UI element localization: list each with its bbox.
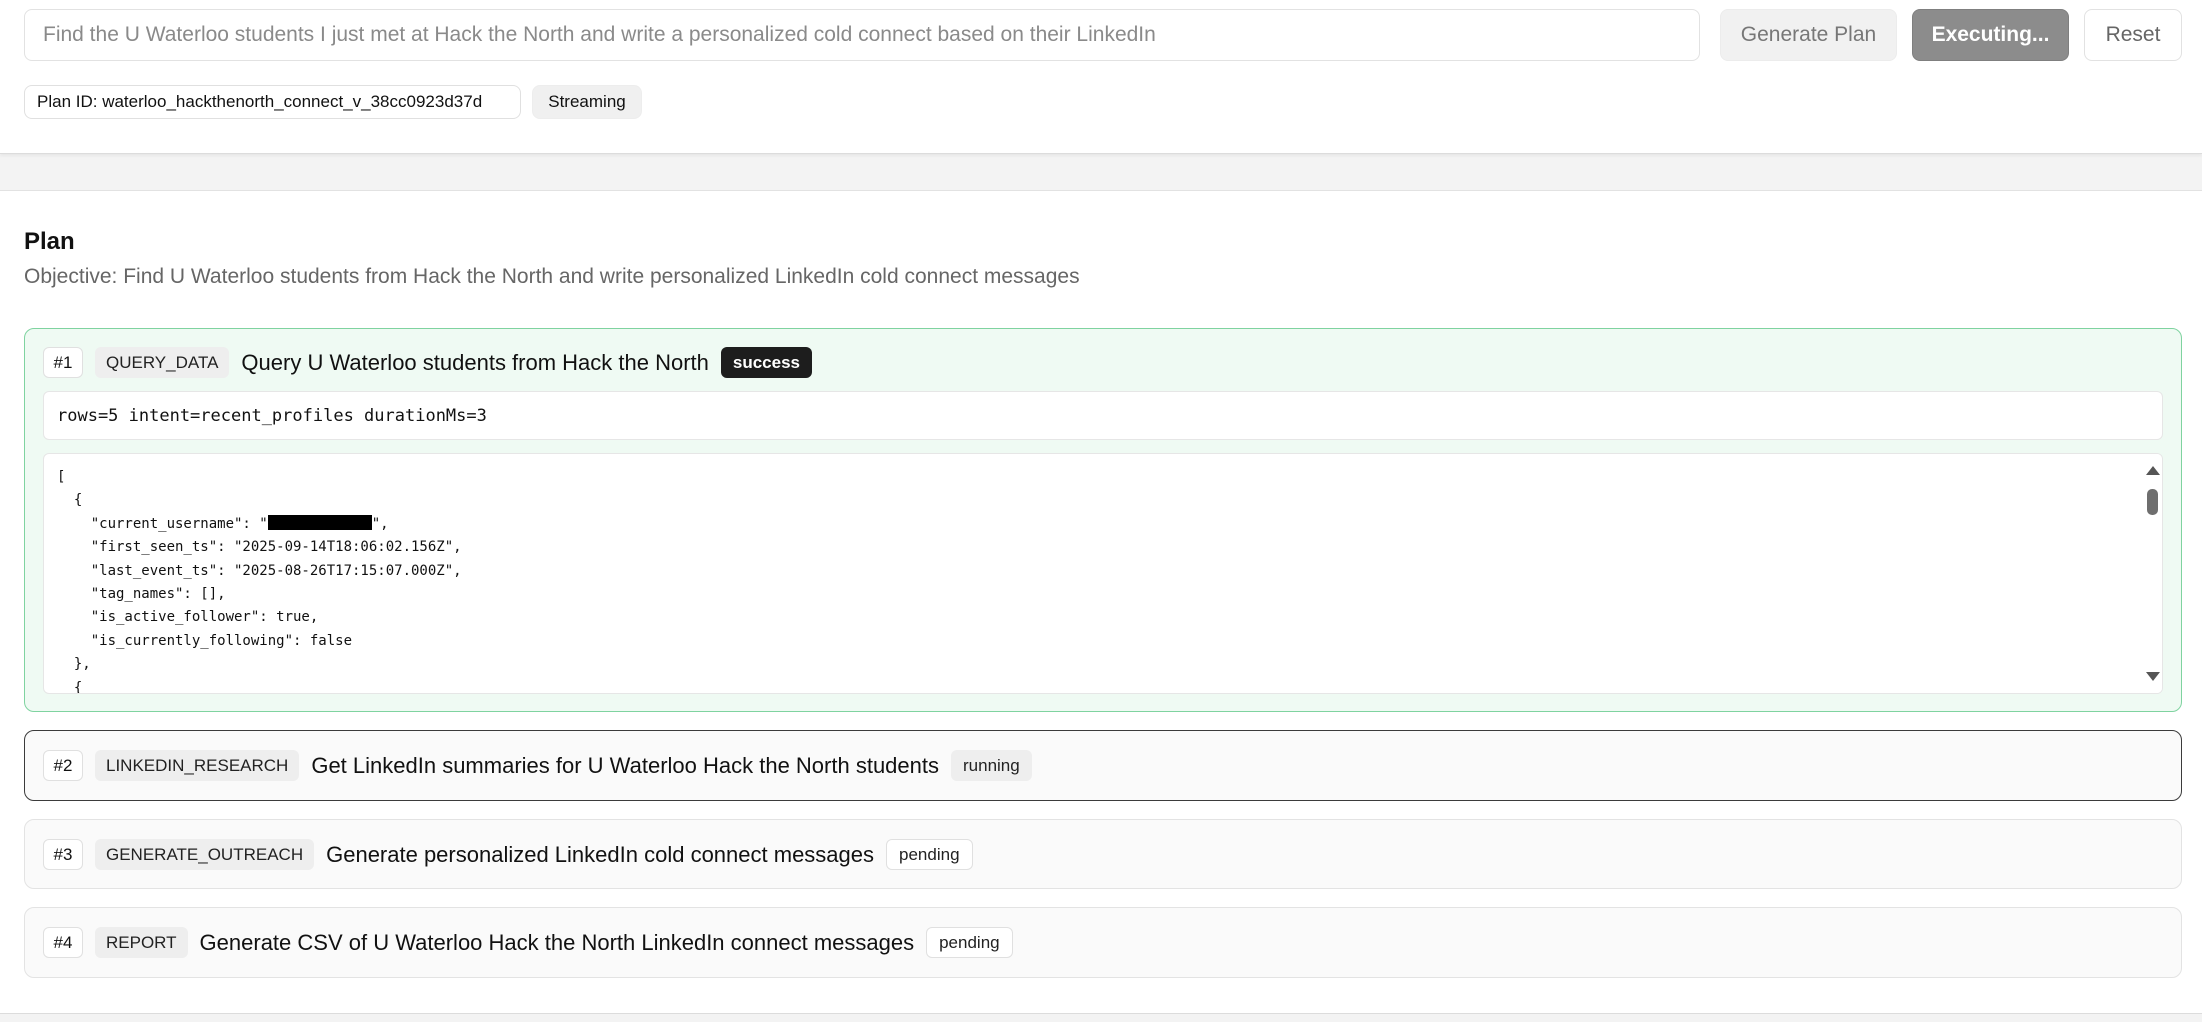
status-badge-success: success	[720, 347, 813, 378]
step-title: Generate CSV of U Waterloo Hack the Nort…	[199, 929, 915, 955]
plan-step-4[interactable]: #4 REPORT Generate CSV of U Waterloo Hac…	[24, 907, 2182, 978]
executing-button[interactable]: Executing...	[1912, 9, 2069, 61]
scrollbar-thumb[interactable]	[2147, 489, 2158, 515]
generate-plan-button[interactable]: Generate Plan	[1720, 9, 1897, 61]
step-number-badge: #1	[43, 347, 83, 378]
reset-button[interactable]: Reset	[2084, 9, 2182, 61]
json-scrollbar[interactable]	[2142, 454, 2162, 693]
query-input[interactable]	[24, 9, 1700, 61]
streaming-badge: Streaming	[532, 85, 642, 119]
plan-objective: Objective: Find U Waterloo students from…	[24, 265, 1080, 288]
step-title: Query U Waterloo students from Hack the …	[241, 349, 709, 375]
triangle-down-icon[interactable]	[2146, 672, 2160, 681]
step-type-badge: REPORT	[95, 927, 188, 958]
plan-id-badge: Plan ID: waterloo_hackthenorth_connect_v…	[24, 85, 521, 119]
step-header: #4 REPORT Generate CSV of U Waterloo Hac…	[43, 926, 1013, 959]
step-number-badge: #4	[43, 927, 83, 958]
json-output-box[interactable]: [ { "current_username": " ", "first_seen_…	[43, 453, 2163, 694]
triangle-up-icon[interactable]	[2146, 466, 2160, 475]
step-title: Get LinkedIn summaries for U Waterloo Ha…	[311, 752, 939, 778]
step-type-badge: LINKEDIN_RESEARCH	[95, 750, 300, 781]
json-output-text: [ { "current_username": " ", "first_seen_…	[57, 469, 462, 694]
plan-panel: Plan Objective: Find U Waterloo students…	[0, 190, 2202, 1014]
status-badge-pending: pending	[926, 927, 1013, 958]
step-number-badge: #3	[43, 839, 83, 870]
step-result-summary: rows=5 intent=recent_profiles durationMs…	[43, 391, 2163, 440]
step-number-badge: #2	[43, 750, 83, 781]
step-title: Generate personalized LinkedIn cold conn…	[326, 841, 875, 867]
plan-step-3[interactable]: #3 GENERATE_OUTREACH Generate personaliz…	[24, 819, 2182, 889]
redacted-username	[267, 514, 372, 530]
plan-step-2[interactable]: #2 LINKEDIN_RESEARCH Get LinkedIn summar…	[24, 730, 2182, 801]
status-badge-running: running	[951, 750, 1032, 781]
top-toolbar: Generate Plan Executing... Reset Plan ID…	[0, 0, 2202, 154]
plan-step-1[interactable]: #1 QUERY_DATA Query U Waterloo students …	[24, 328, 2182, 712]
status-badge-pending: pending	[886, 839, 973, 870]
step-header: #1 QUERY_DATA Query U Waterloo students …	[43, 346, 813, 379]
plan-heading: Plan	[24, 228, 75, 255]
step-type-badge: GENERATE_OUTREACH	[95, 839, 315, 870]
step-header: #2 LINKEDIN_RESEARCH Get LinkedIn summar…	[43, 749, 1032, 782]
step-type-badge: QUERY_DATA	[95, 347, 230, 378]
step-header: #3 GENERATE_OUTREACH Generate personaliz…	[43, 838, 973, 871]
